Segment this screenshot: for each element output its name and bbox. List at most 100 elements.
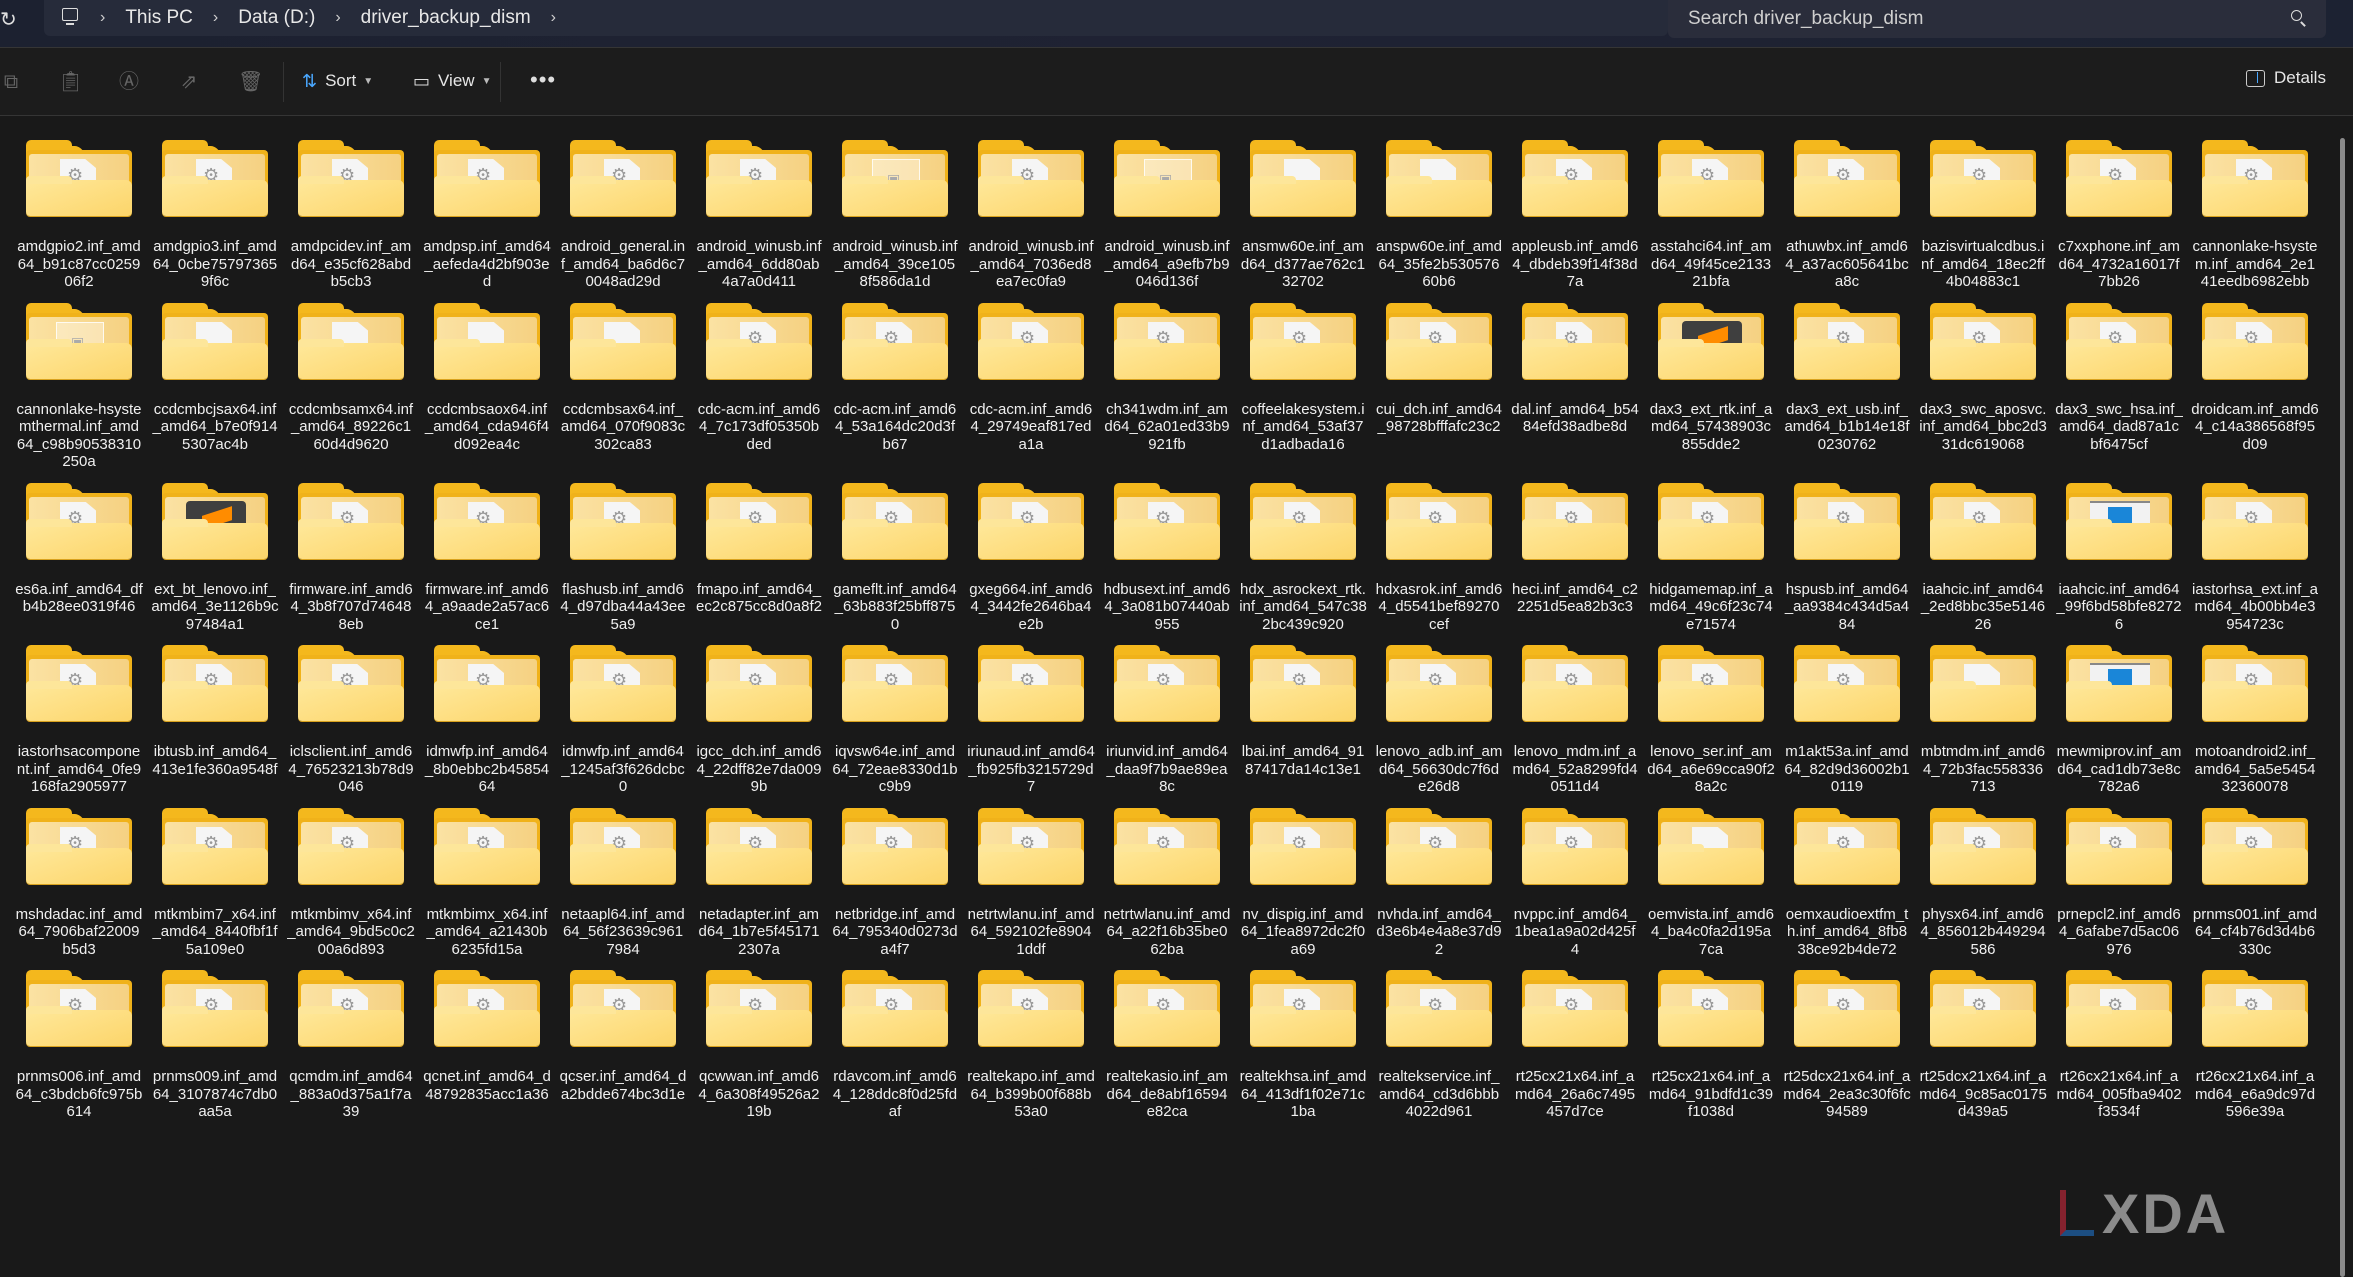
folder-item[interactable]: dal.inf_amd64_b5484efd38adbe8d — [1507, 302, 1643, 471]
folder-item[interactable]: netbridge.inf_amd64_795340d0273da4f7 — [827, 807, 963, 959]
folder-item[interactable]: cdc-acm.inf_amd64_7c173df05350bded — [691, 302, 827, 471]
folder-item[interactable]: android_winusb.inf_amd64_39ce1058f586da1… — [827, 140, 963, 291]
refresh-icon[interactable]: ↻ — [0, 5, 20, 35]
sort-button[interactable]: ⇅ Sort ▼ — [302, 66, 373, 96]
folder-item[interactable]: mtkmbimx_x64.inf_amd64_a21430b6235fd15a — [419, 807, 555, 959]
folder-item[interactable]: iqvsw64e.inf_amd64_72eae8330d1bc9b9 — [827, 645, 963, 796]
breadcrumb-data-drive[interactable]: Data (D:) — [238, 7, 315, 29]
folder-item[interactable]: idmwfp.inf_amd64_1245af3f626dcbc0 — [555, 645, 691, 796]
folder-item[interactable]: netrtwlanu.inf_amd64_592102fe89041ddf — [963, 807, 1099, 959]
folder-item[interactable]: android_winusb.inf_amd64_7036ed8ea7ec0fa… — [963, 140, 1099, 291]
delete-icon[interactable]: 🗑︎ — [238, 70, 263, 94]
folder-item[interactable]: bazisvirtualcdbus.inf_amd64_18ec2ff4b048… — [1915, 140, 2051, 291]
folder-item[interactable]: rt25cx21x64.inf_amd64_26a6c7495457d7ce — [1507, 970, 1643, 1121]
folder-item[interactable]: amdpcidev.inf_amd64_e35cf628abdb5cb3 — [283, 140, 419, 291]
folder-item[interactable]: fmapo.inf_amd64_ec2c875cc8d0a8f2 — [691, 482, 827, 634]
vertical-scrollbar[interactable] — [2340, 138, 2345, 1277]
folder-item[interactable]: ccdcmbcjsax64.inf_amd64_b7e0f9145307ac4b — [147, 302, 283, 471]
folder-item[interactable]: rdavcom.inf_amd64_128ddc8f0d25fdaf — [827, 970, 963, 1121]
search-input[interactable]: Search driver_backup_dism — [1668, 0, 2326, 38]
folder-item[interactable]: rt25cx21x64.inf_amd64_91bdfd1c39f1038d — [1643, 970, 1779, 1121]
folder-item[interactable]: mbtmdm.inf_amd64_72b3fac558336713 — [1915, 645, 2051, 796]
address-bar[interactable]: › This PC › Data (D:) › driver_backup_di… — [44, 0, 1668, 36]
folder-item[interactable]: droidcam.inf_amd64_c14a386568f95d09 — [2187, 302, 2323, 471]
folder-item[interactable]: motoandroid2.inf_amd64_5a5e545432360078 — [2187, 645, 2323, 796]
folder-item[interactable]: netrtwlanu.inf_amd64_a22f16b35be062ba — [1099, 807, 1235, 959]
search-icon[interactable] — [2288, 7, 2312, 31]
folder-item[interactable]: ansmw60e.inf_amd64_d377ae762c132702 — [1235, 140, 1371, 291]
folder-item[interactable]: dax3_swc_hsa.inf_amd64_dad87a1cbf6475cf — [2051, 302, 2187, 471]
folder-item[interactable]: cannonlake-hsystemthermal.inf_amd64_c98b… — [11, 302, 147, 471]
computer-icon[interactable] — [62, 8, 80, 28]
folder-item[interactable]: appleusb.inf_amd64_dbdeb39f14f38d7a — [1507, 140, 1643, 291]
folder-item[interactable]: cdc-acm.inf_amd64_29749eaf817eda1a — [963, 302, 1099, 471]
breadcrumb-this-pc[interactable]: This PC — [125, 7, 193, 29]
folder-item[interactable]: firmware.inf_amd64_3b8f707d746488eb — [283, 482, 419, 634]
folder-item[interactable]: android_winusb.inf_amd64_a9efb7b9046d136… — [1099, 140, 1235, 291]
folder-item[interactable]: prnms006.inf_amd64_c3bdcb6fc975b614 — [11, 970, 147, 1121]
details-pane-button[interactable]: Details — [2246, 68, 2326, 88]
folder-item[interactable]: qcser.inf_amd64_da2bdde674bc3d1e — [555, 970, 691, 1121]
breadcrumb-current-folder[interactable]: driver_backup_dism — [361, 7, 531, 29]
folder-item[interactable]: flashusb.inf_amd64_d97dba44a43ee5a9 — [555, 482, 691, 634]
folder-item[interactable]: rt26cx21x64.inf_amd64_e6a9dc97d596e39a — [2187, 970, 2323, 1121]
breadcrumb-separator[interactable]: › — [100, 9, 105, 27]
folder-item[interactable]: heci.inf_amd64_c22251d5ea82b3c3 — [1507, 482, 1643, 634]
folder-item[interactable]: realtekasio.inf_amd64_de8abf16594e82ca — [1099, 970, 1235, 1121]
folder-item[interactable]: realtekservice.inf_amd64_cd3d6bbb4022d96… — [1371, 970, 1507, 1121]
folder-item[interactable]: nvhda.inf_amd64_d3e6b4e4a8e37d92 — [1371, 807, 1507, 959]
folder-item[interactable]: hdxasrok.inf_amd64_d5541bef89270cef — [1371, 482, 1507, 634]
folder-item[interactable]: iriunvid.inf_amd64_daa9f7b9ae89ea8c — [1099, 645, 1235, 796]
folder-item[interactable]: lenovo_adb.inf_amd64_56630dc7f6de26d8 — [1371, 645, 1507, 796]
rename-icon[interactable]: Ⓐ — [118, 70, 140, 94]
folder-item[interactable]: lbai.inf_amd64_9187417da14c13e1 — [1235, 645, 1371, 796]
folder-item[interactable]: hspusb.inf_amd64_aa9384c434d5a484 — [1779, 482, 1915, 634]
more-options-button[interactable]: ••• — [530, 69, 556, 91]
folder-item[interactable]: mtkmbimv_x64.inf_amd64_9bd5c0c200a6d893 — [283, 807, 419, 959]
folder-item[interactable]: amdpsp.inf_amd64_aefeda4d2bf903ed — [419, 140, 555, 291]
copy-icon[interactable]: ⧉ — [0, 70, 22, 94]
folder-item[interactable]: iriunaud.inf_amd64_fb925fb3215729d7 — [963, 645, 1099, 796]
folder-item[interactable]: netaapl64.inf_amd64_56f23639c9617984 — [555, 807, 691, 959]
folder-item[interactable]: android_winusb.inf_amd64_6dd80ab4a7a0d41… — [691, 140, 827, 291]
folder-item[interactable]: mtkmbim7_x64.inf_amd64_8440fbf1f5a109e0 — [147, 807, 283, 959]
folder-item[interactable]: iastorhsa_ext.inf_amd64_4b00bb4e3954723c — [2187, 482, 2323, 634]
folder-item[interactable]: iclsclient.inf_amd64_76523213b78d9046 — [283, 645, 419, 796]
folder-item[interactable]: rt25dcx21x64.inf_amd64_2ea3c30f6fc94589 — [1779, 970, 1915, 1121]
folder-item[interactable]: athuwbx.inf_amd64_a37ac605641bca8c — [1779, 140, 1915, 291]
folder-item[interactable]: nvppc.inf_amd64_1bea1a9a02d425f4 — [1507, 807, 1643, 959]
folder-item[interactable]: iastorhsacomponent.inf_amd64_0fe9168fa29… — [11, 645, 147, 796]
folder-item[interactable]: prnms009.inf_amd64_3107874c7db0aa5a — [147, 970, 283, 1121]
folder-item[interactable]: oemvista.inf_amd64_ba4c0fa2d195a7ca — [1643, 807, 1779, 959]
folder-item[interactable]: gxeg664.inf_amd64_3442fe2646ba4e2b — [963, 482, 1099, 634]
folder-item[interactable]: firmware.inf_amd64_a9aade2a57ac6ce1 — [419, 482, 555, 634]
folder-item[interactable]: amdgpio3.inf_amd64_0cbe757973659f6c — [147, 140, 283, 291]
paste-icon[interactable]: 📋︎ — [58, 70, 83, 94]
folder-item[interactable]: cannonlake-hsystem.inf_amd64_2e141eedb69… — [2187, 140, 2323, 291]
folder-item[interactable]: anspw60e.inf_amd64_35fe2b53057660b6 — [1371, 140, 1507, 291]
folder-item[interactable]: ccdcmbsamx64.inf_amd64_89226c160d4d9620 — [283, 302, 419, 471]
folder-item[interactable]: ext_bt_lenovo.inf_amd64_3e1126b9c97484a1 — [147, 482, 283, 634]
folder-item[interactable]: dax3_ext_rtk.inf_amd64_57438903c855dde2 — [1643, 302, 1779, 471]
folder-item[interactable]: nv_dispig.inf_amd64_1fea8972dc2f0a69 — [1235, 807, 1371, 959]
folder-item[interactable]: hdbusext.inf_amd64_3a081b07440ab955 — [1099, 482, 1235, 634]
breadcrumb-separator[interactable]: › — [551, 9, 556, 27]
folder-item[interactable]: es6a.inf_amd64_dfb4b28ee0319f46 — [11, 482, 147, 634]
folder-item[interactable]: iaahcic.inf_amd64_2ed8bbc35e514626 — [1915, 482, 2051, 634]
folder-item[interactable]: dax3_swc_aposvc.inf_amd64_bbc2d331dc6190… — [1915, 302, 2051, 471]
breadcrumb-separator[interactable]: › — [335, 9, 340, 27]
folder-item[interactable]: rt26cx21x64.inf_amd64_005fba9402f3534f — [2051, 970, 2187, 1121]
folder-item[interactable]: ch341wdm.inf_amd64_62a01ed33b9921fb — [1099, 302, 1235, 471]
folder-item[interactable]: igcc_dch.inf_amd64_22dff82e7da0099b — [691, 645, 827, 796]
folder-item[interactable]: idmwfp.inf_amd64_8b0ebbc2b4585464 — [419, 645, 555, 796]
folder-item[interactable]: android_general.inf_amd64_ba6d6c70048ad2… — [555, 140, 691, 291]
folder-item[interactable]: coffeelakesystem.inf_amd64_53af37d1adbad… — [1235, 302, 1371, 471]
folder-item[interactable]: iaahcic.inf_amd64_99f6bd58bfe82726 — [2051, 482, 2187, 634]
folder-item[interactable]: qcmdm.inf_amd64_883a0d375a1f7a39 — [283, 970, 419, 1121]
folder-item[interactable]: netadapter.inf_amd64_1b7e5f451712307a — [691, 807, 827, 959]
folder-item[interactable]: lenovo_ser.inf_amd64_a6e69cca90f28a2c — [1643, 645, 1779, 796]
folder-item[interactable]: hdx_asrockext_rtk.inf_amd64_547c382bc439… — [1235, 482, 1371, 634]
folder-item[interactable]: dax3_ext_usb.inf_amd64_b1b14e18f0230762 — [1779, 302, 1915, 471]
folder-item[interactable]: prnepcl2.inf_amd64_6afabe7d5ac06976 — [2051, 807, 2187, 959]
folder-item[interactable]: cdc-acm.inf_amd64_53a164dc20d3fb67 — [827, 302, 963, 471]
